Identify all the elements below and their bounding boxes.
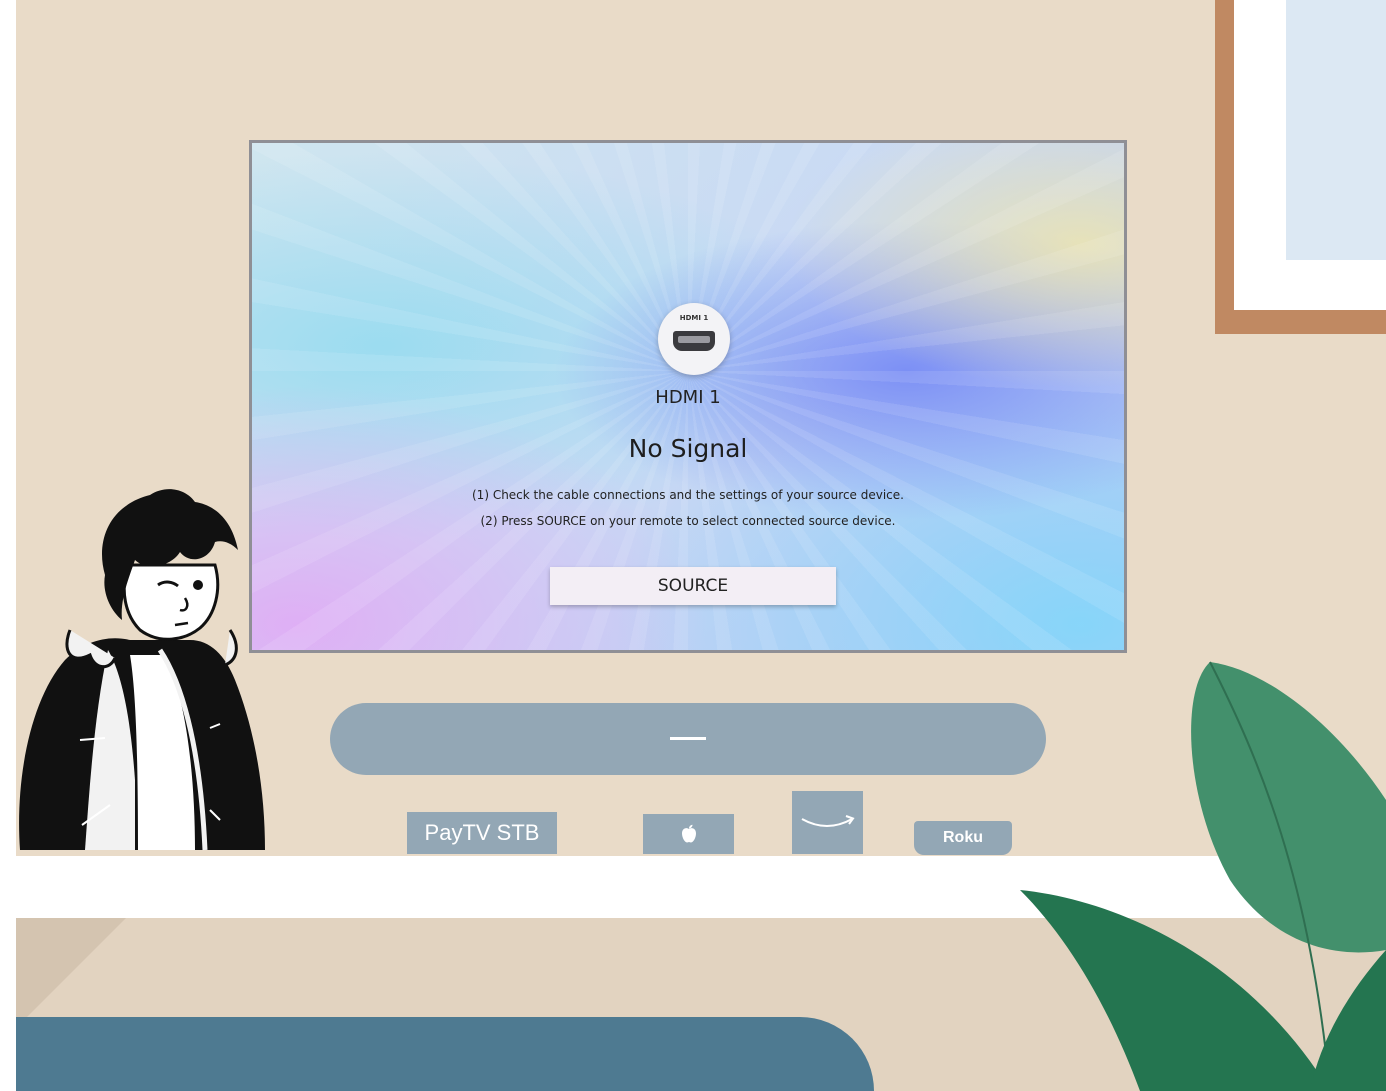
port-badge-label: HDMI 1 [679,314,709,322]
roku-label: Roku [943,829,983,846]
roku-box: Roku [914,821,1012,855]
input-name: HDMI 1 [655,387,721,408]
amazon-smile-icon [801,815,855,827]
port-shape [673,331,715,351]
fire-tv-box [792,791,863,854]
source-button[interactable]: SOURCE [550,567,836,605]
instruction-2: (2) Press SOURCE on your remote to selec… [480,514,896,528]
soundbar [330,703,1046,775]
no-signal-title: No Signal [628,434,748,463]
floor [16,1017,874,1091]
hdmi-port-icon: HDMI 1 [658,303,730,375]
apple-tv-box [643,814,734,854]
tv: HDMI 1 HDMI 1 No Signal (1) Check the ca… [249,140,1127,653]
apple-logo-icon [681,824,696,843]
tv-screen: HDMI 1 HDMI 1 No Signal (1) Check the ca… [252,143,1124,650]
soundbar-indicator [670,737,706,740]
picture-frame-art [1286,0,1386,260]
person-illustration [19,489,265,851]
instruction-1: (1) Check the cable connections and the … [472,488,904,502]
stb-label: PayTV STB [424,820,540,845]
paytv-stb-box: PayTV STB [407,812,557,854]
plant-illustration [1020,661,1386,1091]
shelf-shadow-corner [16,918,126,1028]
